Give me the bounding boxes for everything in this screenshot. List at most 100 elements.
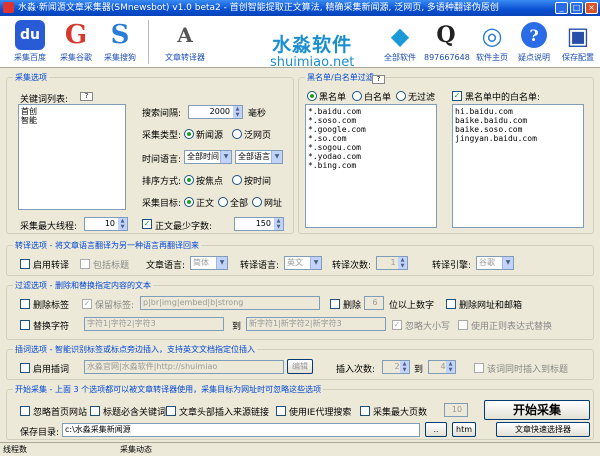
keywords-help-icon[interactable]: ?: [80, 92, 93, 101]
keep-tags-checkbox[interactable]: ✓: [82, 299, 92, 309]
insert-from-input[interactable]: 2 ▲ ▼: [382, 360, 410, 374]
save-dir-input[interactable]: c:\水淼采集新闻源: [62, 423, 420, 437]
type-news-radio[interactable]: [184, 129, 194, 139]
filter-options-legend: 过滤选项 - 删除和替换指定内容的文本: [13, 280, 153, 291]
start-legend: 开始采集 - 上面 3 个选项都可以被文章转译器使用，采集目标为网址时可忽略这些…: [13, 384, 324, 395]
interval-spinner[interactable]: ▲ ▼: [233, 106, 242, 118]
all-software-button[interactable]: ◆ 全部软件: [378, 18, 422, 66]
max-pages-input[interactable]: 10: [444, 403, 468, 417]
collect-baidu-button[interactable]: du 采集百度: [8, 18, 52, 66]
replace-to-input[interactable]: 新字符1|新字符2|新字符3: [246, 317, 386, 331]
ignore-case-checkbox[interactable]: ✓: [392, 320, 402, 330]
must-keyword-checkbox[interactable]: [90, 406, 100, 416]
include-title-checkbox[interactable]: [80, 259, 90, 269]
time-lang-label: 时间语言:: [142, 155, 182, 165]
translator-icon: A: [177, 23, 193, 47]
insert-title-checkbox[interactable]: [474, 363, 484, 373]
translate-to-select[interactable]: 英文 ▼: [284, 256, 322, 270]
replace-from-input[interactable]: 字符1|字符2|字符3: [84, 317, 224, 331]
ie-proxy-checkbox[interactable]: [276, 406, 286, 416]
min-words-input[interactable]: 150 ▲ ▼: [234, 217, 284, 231]
keywords-textarea[interactable]: 首创 智能: [18, 104, 126, 210]
time-select[interactable]: 全部时间 ▼: [184, 150, 232, 164]
sort-relevance-radio[interactable]: [184, 175, 194, 185]
threads-input[interactable]: 10 ▲ ▼: [84, 217, 128, 231]
collect-google-label: 采集谷歌: [60, 53, 92, 62]
save-config-button[interactable]: ▣ 保存配置: [556, 18, 600, 66]
qq-label: 897667648: [424, 53, 470, 62]
delete-digits-checkbox[interactable]: [330, 299, 340, 309]
target-url-radio[interactable]: [252, 197, 262, 207]
enable-translate-label: 启用转译: [33, 261, 70, 271]
blacklist-radio[interactable]: [307, 91, 317, 101]
qq-button[interactable]: Q 897667648: [424, 18, 470, 66]
interval-unit: 毫秒: [248, 109, 267, 119]
article-selector-button[interactable]: 文章快速选择器: [496, 422, 590, 437]
article-translator-label: 文章转译器: [165, 53, 205, 62]
chevron-down-icon: ▼: [220, 151, 231, 163]
chevron-down-icon: ▼: [271, 151, 282, 163]
lang-select[interactable]: 全部语言 ▼: [235, 150, 283, 164]
toolbar: du 采集百度 G 采集谷歌 S 采集搜狗 A 文章转译器 水淼软件 shuim…: [0, 16, 600, 70]
enable-translate-checkbox[interactable]: [20, 259, 30, 269]
collect-baidu-label: 采集百度: [14, 53, 46, 62]
article-translator-button[interactable]: A 文章转译器: [160, 18, 210, 66]
delete-digits-input[interactable]: 6: [364, 296, 384, 310]
help-button[interactable]: ? 疑点说明: [512, 18, 556, 66]
target-all-radio[interactable]: [218, 197, 228, 207]
sort-time-radio[interactable]: [232, 175, 242, 185]
keep-tags-input[interactable]: p|br|img|embed|b|strong: [140, 296, 320, 310]
max-pages-checkbox[interactable]: [360, 406, 370, 416]
delete-url-checkbox[interactable]: [446, 299, 456, 309]
insert-to-spinner[interactable]: ▲ ▼: [446, 361, 455, 373]
no-filter-label: 无过滤: [408, 93, 436, 103]
blacklist-textarea[interactable]: *.baidu.com *.soso.com *.google.com *.so…: [305, 104, 437, 228]
article-lang-select[interactable]: 简体 ▼: [190, 256, 228, 270]
ignore-home-checkbox[interactable]: [20, 406, 30, 416]
floppy-disk-icon: ▣: [566, 20, 590, 50]
start-collect-button[interactable]: 开始采集: [484, 400, 590, 420]
enable-insert-checkbox[interactable]: [20, 363, 30, 373]
translate-times-label: 转译次数:: [332, 261, 372, 271]
qq-icon: Q: [436, 22, 456, 48]
browse-button[interactable]: ..: [425, 422, 447, 437]
close-button[interactable]: ×: [585, 2, 598, 14]
collect-sogou-button[interactable]: S 采集搜狗: [98, 18, 142, 66]
filter-help-icon[interactable]: ?: [372, 75, 385, 84]
insert-from-spinner[interactable]: ▲ ▼: [400, 361, 409, 373]
type-web-radio[interactable]: [232, 129, 242, 139]
white-in-black-textarea[interactable]: hi.baidu.com baike.baidu.com baike.soso.…: [452, 104, 584, 228]
head-link-checkbox[interactable]: [166, 406, 176, 416]
delete-tags-checkbox[interactable]: [20, 299, 30, 309]
chevron-down-icon: ▼: [216, 257, 227, 269]
window-title: 水淼·新闻源文章采集器(SMnewsbot) v1.0 beta2 - 首创智能…: [18, 3, 499, 13]
replace-label: 替换字符: [33, 322, 70, 332]
threads-spinner[interactable]: ▲ ▼: [118, 218, 127, 230]
white-in-black-checkbox[interactable]: ✓: [452, 91, 462, 101]
translate-times-input[interactable]: 1 ▲ ▼: [376, 256, 408, 270]
regex-checkbox[interactable]: [458, 320, 468, 330]
insert-options-legend: 插词选项 - 智能识别标签或标点旁边插入，支持英文文档指定位插入: [13, 344, 257, 355]
regex-label: 使用正则表达式替换: [471, 322, 553, 332]
min-words-label: 正文最少字数:: [155, 222, 213, 232]
homepage-button[interactable]: ◎ 软件主页: [470, 18, 514, 66]
insert-to-input[interactable]: 4 ▲ ▼: [428, 360, 456, 374]
no-filter-radio[interactable]: [396, 91, 406, 101]
collect-google-button[interactable]: G 采集谷歌: [54, 18, 98, 66]
maximize-button[interactable]: □: [570, 2, 583, 14]
whitelist-radio[interactable]: [352, 91, 362, 101]
engine-select[interactable]: 谷歌 ▼: [476, 256, 514, 270]
minimize-button[interactable]: _: [555, 2, 568, 14]
min-words-checkbox[interactable]: ✓: [142, 219, 152, 229]
edit-words-button[interactable]: 编辑: [287, 359, 313, 374]
filter-list-legend: 黑名单/白名单过滤: [305, 72, 376, 83]
chevron-down-icon: ▼: [502, 257, 513, 269]
target-body-radio[interactable]: [184, 197, 194, 207]
min-words-spinner[interactable]: ▲ ▼: [274, 218, 283, 230]
htm-format-button[interactable]: htm: [452, 422, 476, 437]
interval-input[interactable]: 2000 ▲ ▼: [188, 105, 243, 119]
replace-checkbox[interactable]: [20, 320, 30, 330]
title-bar: 水淼·新闻源文章采集器(SMnewsbot) v1.0 beta2 - 首创智能…: [0, 0, 600, 16]
translate-times-spinner[interactable]: ▲ ▼: [398, 257, 407, 269]
insert-words-input[interactable]: 水淼官网|水淼软件|http://shuimiao: [84, 360, 284, 374]
